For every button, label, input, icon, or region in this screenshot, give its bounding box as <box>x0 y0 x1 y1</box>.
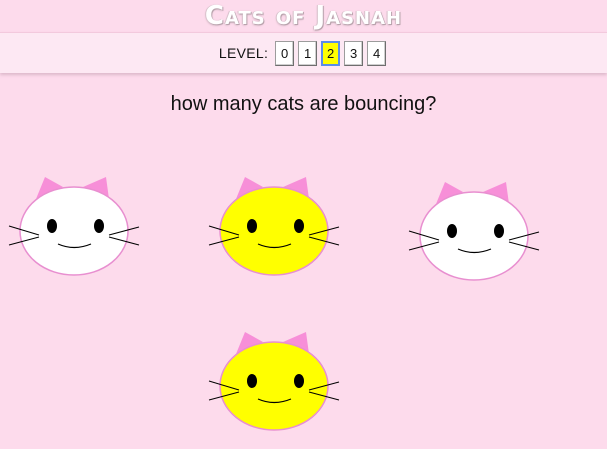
cat-eye-right <box>94 219 104 233</box>
level-button-0[interactable]: 0 <box>275 40 295 66</box>
cat-head <box>419 191 529 281</box>
title-bar: Cats of Jasnah <box>0 0 607 32</box>
cat-eye-left <box>247 219 257 233</box>
level-button-3[interactable]: 3 <box>344 40 364 66</box>
cat-3[interactable] <box>405 180 545 290</box>
cat-2[interactable] <box>205 175 345 285</box>
cat-4[interactable] <box>205 330 345 440</box>
cat-eye-right <box>294 219 304 233</box>
cat-1[interactable] <box>5 175 145 285</box>
app-title: Cats of Jasnah <box>204 1 403 31</box>
level-button-2[interactable]: 2 <box>321 40 341 66</box>
cat-eye-left <box>47 219 57 233</box>
cat-head <box>19 186 129 276</box>
question-text: how many cats are bouncing? <box>170 93 437 115</box>
cat-eye-right <box>294 374 304 388</box>
cat-eye-left <box>247 374 257 388</box>
cat-head <box>219 341 329 431</box>
cat-eye-left <box>447 224 457 238</box>
level-selector: LEVEL: 0 1 2 3 4 <box>0 32 607 73</box>
level-label: LEVEL: <box>218 45 269 61</box>
level-button-4[interactable]: 4 <box>367 40 387 66</box>
level-button-1[interactable]: 1 <box>298 40 318 66</box>
cat-eye-right <box>494 224 504 238</box>
cat-head <box>219 186 329 276</box>
